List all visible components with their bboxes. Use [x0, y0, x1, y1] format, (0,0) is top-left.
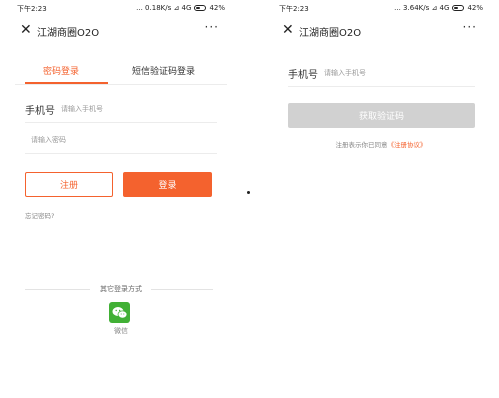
- separator-dot: [247, 191, 250, 194]
- phone-field[interactable]: 手机号 请输入手机号: [25, 96, 217, 123]
- more-icon[interactable]: ···: [463, 20, 477, 34]
- battery-level: 42%: [209, 4, 225, 12]
- login-button[interactable]: 登录: [123, 172, 212, 197]
- status-time: 下午2:23: [279, 5, 309, 13]
- network-speed: ... 3.64K/s ⊿ 4G: [394, 4, 450, 12]
- status-time: 下午2:23: [17, 5, 47, 13]
- page-title: 江湖商圈O2O: [299, 28, 362, 39]
- wechat-login-icon[interactable]: [109, 302, 130, 323]
- status-bar: 下午2:23 ... 3.64K/s ⊿ 4G 42%: [277, 4, 485, 16]
- password-login-screen: 下午2:23 ... 0.18K/s ⊿ 4G 42% ✕ 江湖商圈O2O ··…: [15, 0, 227, 398]
- nav-bar: ✕ 江湖商圈O2O ···: [277, 20, 485, 42]
- tab-password-login[interactable]: 密码登录: [43, 64, 79, 77]
- nav-bar: ✕ 江湖商圈O2O ···: [15, 20, 227, 42]
- sms-login-screen: 下午2:23 ... 3.64K/s ⊿ 4G 42% ✕ 江湖商圈O2O ··…: [277, 0, 485, 398]
- password-input[interactable]: 请输入密码: [31, 135, 66, 145]
- phone-label: 手机号: [25, 106, 55, 117]
- page-title: 江湖商圈O2O: [37, 28, 100, 39]
- active-tab-indicator: [25, 82, 108, 84]
- network-speed: ... 0.18K/s ⊿ 4G: [136, 4, 192, 12]
- wechat-label: 微信: [114, 327, 128, 335]
- agreement-text: 注册表示你已同意《注册协议》: [277, 139, 485, 149]
- forgot-password-link[interactable]: 忘记密码?: [25, 210, 54, 220]
- phone-label: 手机号: [288, 70, 318, 81]
- phone-input[interactable]: 请输入手机号: [324, 68, 366, 78]
- tab-sms-login[interactable]: 短信验证码登录: [132, 64, 195, 77]
- close-icon[interactable]: ✕: [282, 22, 294, 38]
- phone-input[interactable]: 请输入手机号: [61, 104, 103, 114]
- login-tabs: 密码登录 短信验证码登录: [15, 60, 227, 85]
- agreement-link[interactable]: 《注册协议》: [388, 141, 427, 149]
- agreement-prefix: 注册表示你已同意: [335, 141, 388, 149]
- get-code-button[interactable]: 获取验证码: [288, 103, 475, 128]
- battery-icon: [452, 5, 465, 11]
- phone-field[interactable]: 手机号 请输入手机号: [288, 60, 475, 87]
- password-field[interactable]: 请输入密码: [25, 127, 217, 154]
- status-bar: 下午2:23 ... 0.18K/s ⊿ 4G 42%: [15, 4, 227, 16]
- more-icon[interactable]: ···: [205, 20, 219, 34]
- register-button[interactable]: 注册: [25, 172, 113, 197]
- battery-level: 42%: [467, 4, 483, 12]
- divider-right: [151, 289, 213, 290]
- wechat-icon: [112, 306, 127, 318]
- close-icon[interactable]: ✕: [20, 22, 32, 38]
- battery-icon: [194, 5, 207, 11]
